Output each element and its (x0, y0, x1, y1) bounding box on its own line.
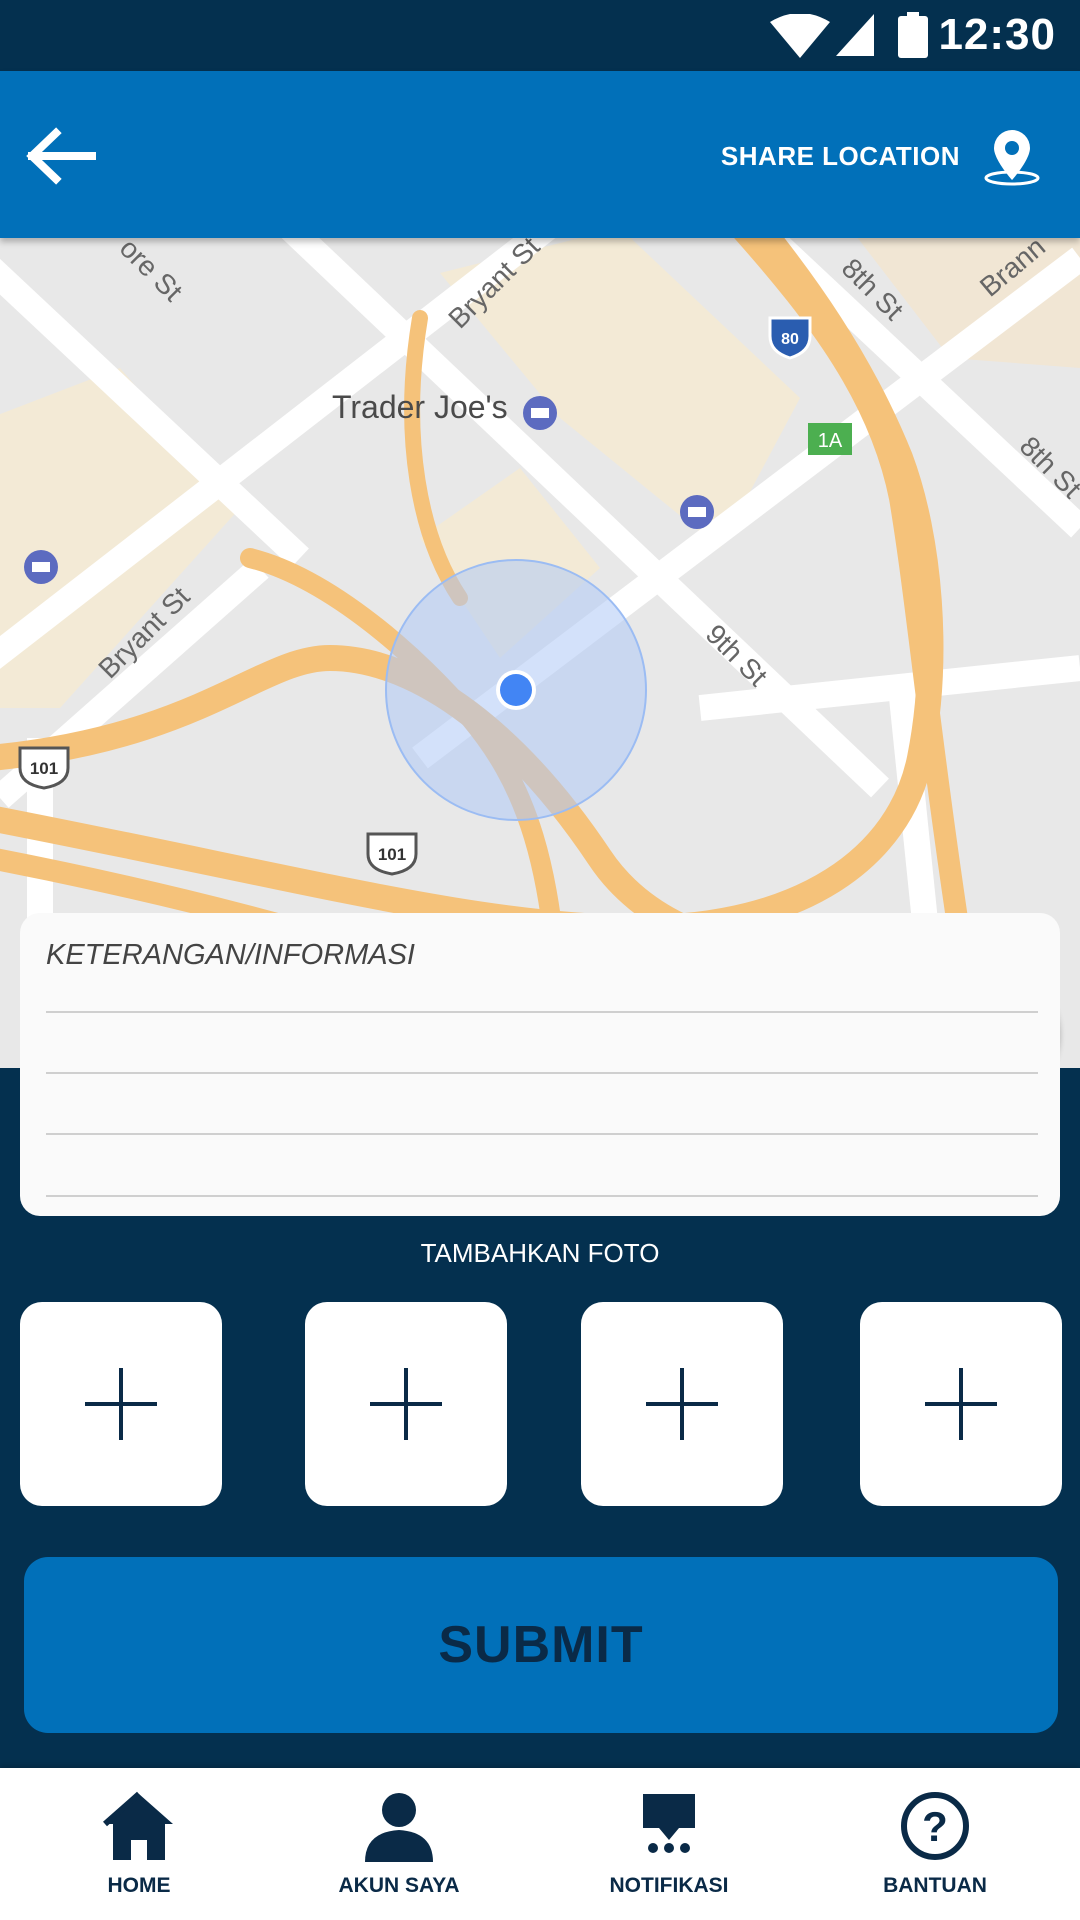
i80-shield-icon: 80 (768, 316, 812, 360)
svg-text:1A: 1A (818, 430, 843, 452)
nav-label-home: HOME (107, 1874, 171, 1897)
shopping-poi-icon (680, 495, 714, 529)
svg-text:80: 80 (781, 331, 799, 348)
add-photo-slot-4[interactable] (860, 1302, 1062, 1506)
bottom-nav: HOME AKUN SAYA NOTIFIKASI ? BANTUAN (0, 1768, 1080, 1920)
shopping-poi-icon (523, 396, 557, 430)
plus-icon (646, 1368, 718, 1440)
info-textarea[interactable]: KETERANGAN/INFORMASI (20, 913, 1060, 1216)
app-bar: SHARE LOCATION (0, 71, 1080, 238)
svg-text:101: 101 (378, 845, 406, 864)
back-arrow-icon (26, 127, 96, 185)
note-line (46, 1072, 1038, 1074)
status-bar: 12:30 (0, 0, 1080, 71)
current-location-dot (500, 674, 532, 706)
add-photo-title: TAMBAHKAN FOTO (420, 1238, 660, 1268)
location-pin-icon (984, 130, 1040, 186)
nav-item-help[interactable]: ? BANTUAN (800, 1768, 1070, 1920)
plus-icon (370, 1368, 442, 1440)
note-line (46, 1195, 1038, 1197)
map-label-moore-st: ore St (114, 238, 189, 307)
share-location-label: SHARE LOCATION (720, 140, 960, 171)
shopping-poi-icon (24, 550, 58, 584)
note-line (46, 1133, 1038, 1135)
account-icon (365, 1793, 433, 1862)
map-label-trader-joes: Trader Joe's (332, 389, 508, 425)
note-line (46, 1011, 1038, 1013)
signal-icon (836, 14, 874, 56)
status-time: 12:30 (938, 10, 1056, 59)
exit-1a-sign: 1A (808, 423, 852, 455)
us101-shield-icon: 101 (18, 746, 70, 790)
svg-text:?: ? (922, 1803, 948, 1850)
plus-icon (925, 1368, 997, 1440)
battery-icon (898, 12, 928, 58)
info-label: KETERANGAN/INFORMASI (46, 939, 415, 971)
nav-item-home[interactable]: HOME (4, 1768, 274, 1920)
home-icon (103, 1791, 173, 1860)
nav-item-notification[interactable]: NOTIFIKASI (534, 1768, 804, 1920)
submit-button[interactable]: SUBMIT (24, 1557, 1058, 1733)
svg-text:101: 101 (30, 759, 58, 778)
nav-label-help: BANTUAN (883, 1874, 987, 1897)
add-photo-slot-3[interactable] (581, 1302, 783, 1506)
nav-label-account: AKUN SAYA (338, 1874, 460, 1897)
wifi-icon (770, 14, 830, 58)
share-location-button[interactable]: SHARE LOCATION (721, 121, 1042, 191)
back-button[interactable] (22, 121, 102, 191)
nav-item-account[interactable]: AKUN SAYA (264, 1768, 534, 1920)
add-photo-slot-2[interactable] (305, 1302, 507, 1506)
help-icon: ? (901, 1792, 969, 1860)
us101-shield-icon: 101 (366, 832, 418, 876)
add-photo-slot-1[interactable] (20, 1302, 222, 1506)
plus-icon (85, 1368, 157, 1440)
nav-label-notification: NOTIFIKASI (609, 1874, 729, 1897)
notification-icon (643, 1794, 695, 1853)
submit-label: SUBMIT (438, 1616, 644, 1674)
